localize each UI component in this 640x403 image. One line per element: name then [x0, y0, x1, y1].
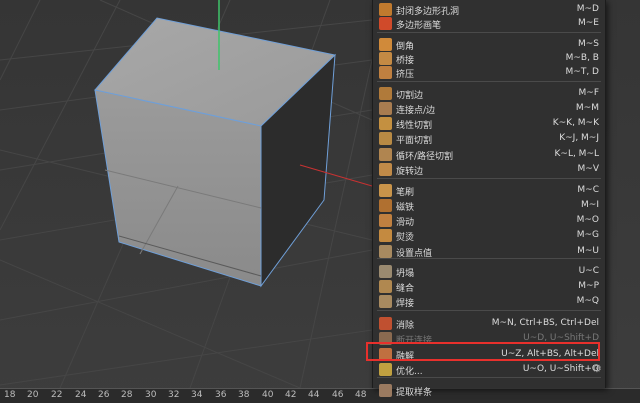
brush-icon — [379, 184, 392, 197]
line-cut-icon — [379, 117, 392, 130]
menu-item-shortcut: M~U — [577, 246, 599, 256]
ruler-tick: 48 — [355, 390, 367, 400]
menu-item[interactable]: 多边形画笔 M~E — [373, 15, 605, 32]
spin-edge-icon — [379, 163, 392, 176]
menu-item-shortcut: M~G — [576, 230, 599, 240]
menu-item-shortcut: M~V — [577, 164, 599, 174]
menu-separator — [377, 32, 601, 33]
ruler-tick: 24 — [75, 390, 87, 400]
menu-separator — [377, 178, 601, 179]
ruler-tick: 36 — [215, 390, 227, 400]
menu-item[interactable]: 平面切割 K~J, M~J — [373, 130, 605, 147]
menu-separator — [377, 310, 601, 311]
menu-item[interactable]: 熨烫 M~G — [373, 227, 605, 244]
menu-item-label: 平面切割 — [396, 136, 433, 146]
menu-item-shortcut: M~T, D — [565, 67, 599, 77]
menu-item-label: 熨烫 — [396, 233, 415, 243]
menu-item-shortcut: M~C — [577, 185, 599, 195]
menu-item-shortcut: M~M — [575, 103, 599, 113]
menu-item-shortcut: M~E — [578, 18, 599, 28]
slide-icon — [379, 214, 392, 227]
menu-item-label: 焊接 — [396, 299, 415, 309]
iron-icon — [379, 229, 392, 242]
ruler-tick: 38 — [238, 390, 250, 400]
ruler-tick: 26 — [98, 390, 110, 400]
menu-item[interactable]: 设置点值 M~U — [373, 243, 605, 260]
optimize-icon — [379, 363, 392, 376]
menu-item-shortcut: M~P — [578, 281, 599, 291]
collapse-icon — [379, 265, 392, 278]
ruler-tick: 34 — [191, 390, 203, 400]
menu-item-shortcut: M~B, B — [565, 53, 599, 63]
loop-path-cut-icon — [379, 148, 392, 161]
stitch-and-sew-icon — [379, 280, 392, 293]
ruler-tick: 46 — [332, 390, 344, 400]
menu-item-shortcut: K~L, M~L — [554, 149, 600, 159]
extrude-icon — [379, 66, 392, 79]
menu-item-shortcut: M~I — [581, 200, 599, 210]
ruler-tick: 32 — [168, 390, 180, 400]
menu-item-shortcut: U~O, U~Shift+O — [522, 364, 599, 374]
menu-item-shortcut: U~C — [578, 266, 599, 276]
ruler-tick: 22 — [51, 390, 63, 400]
menu-item-label: 优化... — [396, 367, 423, 377]
ruler-tick: 28 — [121, 390, 133, 400]
ruler-tick: 44 — [308, 390, 320, 400]
magnet-icon — [379, 199, 392, 212]
menu-item[interactable]: 挤压 M~T, D — [373, 64, 605, 81]
menu-item-shortcut: M~N, Ctrl+BS, Ctrl+Del — [491, 318, 599, 328]
menu-item-shortcut: K~K, M~K — [552, 118, 599, 128]
dissolve-icon — [379, 317, 392, 330]
menu-item-label: 多边形画笔 — [396, 21, 442, 31]
connect-points-edges-icon — [379, 102, 392, 115]
menu-item-label: 旋转边 — [396, 167, 424, 177]
ruler-tick: 18 — [4, 390, 16, 400]
plane-cut-icon — [379, 132, 392, 145]
ruler-tick: 40 — [262, 390, 274, 400]
ruler-tick: 42 — [285, 390, 297, 400]
menu-item[interactable]: 焊接 M~Q — [373, 293, 605, 310]
menu-item[interactable]: 提取样条 — [373, 382, 605, 399]
menu-item-shortcut: M~Q — [576, 296, 599, 306]
set-point-value-icon — [379, 245, 392, 258]
edge-cut-icon — [379, 87, 392, 100]
weld-icon — [379, 295, 392, 308]
extract-spline-icon — [379, 384, 392, 397]
menu-item-shortcut: M~F — [578, 88, 599, 98]
menu-item-label: 提取样条 — [396, 388, 433, 398]
menu-item[interactable]: 优化... U~O, U~Shift+O — [373, 361, 605, 378]
gear-icon[interactable]: ⚙ — [592, 362, 602, 375]
menu-item-shortcut: M~O — [576, 215, 599, 225]
3d-viewport[interactable]: 18 20 22 24 26 28 30 32 34 36 38 40 42 44 46 48 封闭多边形孔洞… — [0, 0, 640, 403]
ruler-tick: 20 — [27, 390, 39, 400]
ruler-tick: 30 — [145, 390, 157, 400]
menu-item-shortcut: M~D — [576, 4, 599, 14]
context-menu[interactable]: 封闭多边形孔洞 M~D 多边形画笔 M~E 倒角 M~S 桥接 M~B, B 挤压 M~T, D切… — [372, 0, 606, 398]
menu-item-shortcut: M~S — [577, 39, 599, 49]
menu-separator — [377, 81, 601, 82]
menu-item-label: 设置点值 — [396, 249, 433, 259]
menu-item[interactable]: 旋转边 M~V — [373, 161, 605, 178]
polygon-pen-icon — [379, 17, 392, 30]
menu-item-label: 挤压 — [396, 70, 415, 80]
highlight-box — [366, 342, 600, 361]
menu-item-shortcut: K~J, M~J — [559, 133, 599, 143]
